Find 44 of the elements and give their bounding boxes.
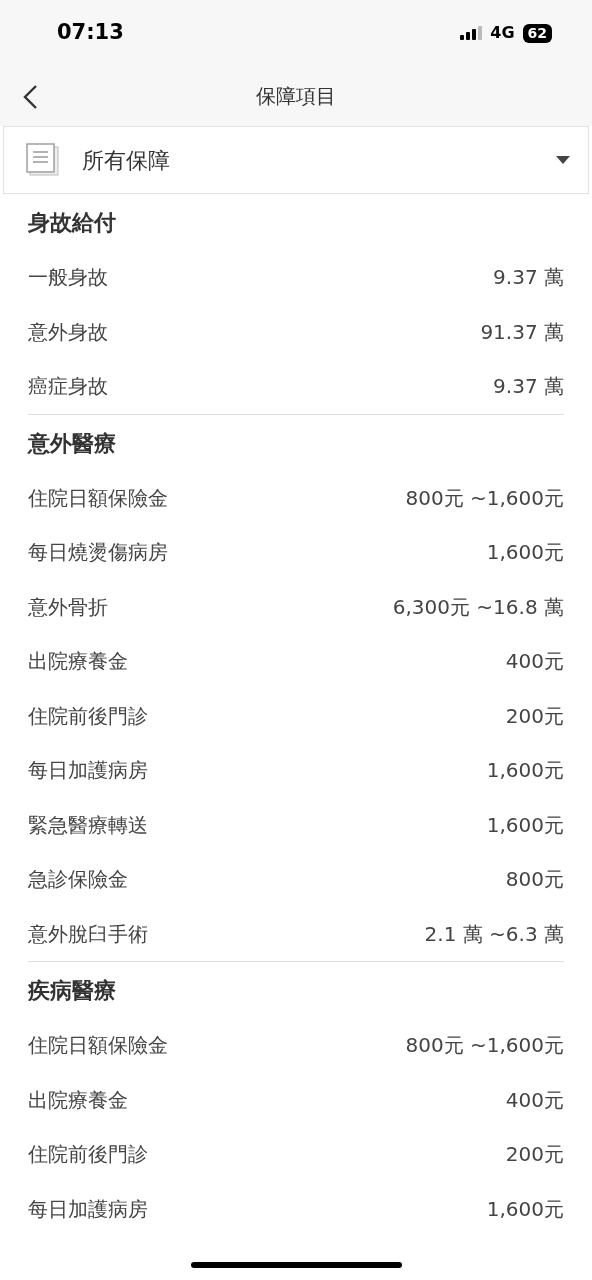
coverage-name: 出院療養金	[28, 1086, 128, 1114]
coverage-amount: 6,300元 ~16.8 萬	[392, 593, 564, 621]
coverage-amount: 800元 ~1,600元	[405, 1032, 564, 1060]
coverage-amount: 1,600元	[486, 757, 564, 785]
coverage-name: 一般身故	[28, 264, 108, 292]
coverage-amount: 1,600元	[486, 539, 564, 567]
coverage-amount: 400元	[505, 1086, 564, 1114]
coverage-name: 急診保險金	[28, 866, 128, 894]
coverage-amount: 2.1 萬 ~6.3 萬	[424, 920, 564, 948]
coverage-name: 意外身故	[28, 318, 108, 346]
network-label: 4G	[490, 22, 515, 44]
signal-icon	[460, 26, 483, 40]
coverage-amount: 200元	[505, 702, 564, 730]
section-title: 疾病醫療	[28, 978, 116, 1003]
battery-indicator: 62	[522, 23, 552, 43]
coverage-name: 每日加護病房	[28, 757, 148, 785]
coverage-name: 意外骨折	[28, 593, 108, 621]
coverage-name: 緊急醫療轉送	[28, 811, 148, 839]
status-time: 07:13	[57, 19, 124, 47]
coverage-amount: 1,600元	[486, 811, 564, 839]
coverage-name: 住院日額保險金	[28, 1032, 168, 1060]
coverage-name: 每日燒燙傷病房	[28, 539, 168, 567]
coverage-amount: 400元	[505, 648, 564, 676]
coverage-name: 意外脫臼手術	[28, 920, 148, 948]
coverage-amount: 800元	[505, 866, 564, 894]
coverage-name: 住院前後門診	[28, 702, 148, 730]
page-title: 保障項目	[256, 83, 336, 110]
coverage-name: 每日加護病房	[28, 1195, 148, 1223]
section-title: 意外醫療	[28, 430, 116, 456]
coverage-name: 住院日額保險金	[28, 484, 168, 512]
coverage-dropdown[interactable]: 所有保障	[3, 126, 589, 194]
coverage-name: 出院療養金	[28, 648, 128, 676]
coverage-amount: 91.37 萬	[480, 318, 564, 346]
coverage-name: 癌症身故	[28, 373, 108, 401]
document-icon	[26, 143, 60, 177]
coverage-amount: 800元 ~1,600元	[405, 484, 564, 512]
coverage-amount: 9.37 萬	[493, 264, 564, 292]
coverage-amount: 200元	[505, 1141, 564, 1169]
coverage-name: 住院前後門診	[28, 1141, 148, 1169]
dropdown-label: 所有保障	[82, 146, 171, 175]
caret-icon	[556, 156, 570, 164]
coverage-amount: 9.37 萬	[493, 373, 564, 401]
coverage-amount: 1,600元	[486, 1195, 564, 1223]
section-title: 身故給付	[28, 210, 116, 235]
